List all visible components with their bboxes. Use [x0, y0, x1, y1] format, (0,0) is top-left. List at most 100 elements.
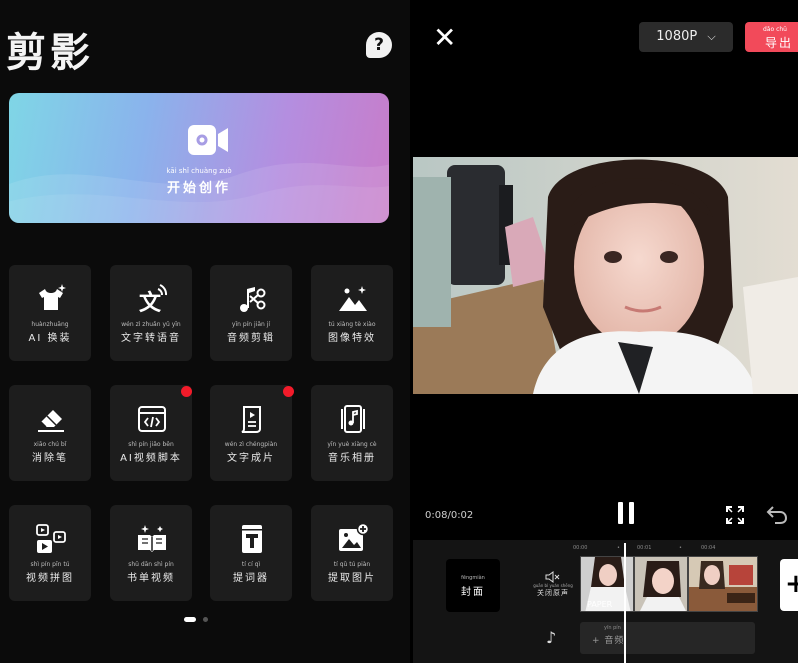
tool-pinyin: wén zì chéngpiàn: [224, 441, 278, 448]
chevron-down-icon: ⌵: [707, 30, 716, 43]
tool-pinyin: shū dān shì pín: [128, 561, 174, 568]
shirt-sparkle-icon: [39, 284, 66, 310]
image-extract-icon: [339, 523, 369, 551]
resolution-dropdown[interactable]: 1080P ⌵: [639, 22, 733, 52]
add-clip-button[interactable]: +: [780, 559, 798, 611]
add-audio-button[interactable]: yīn pín + 音频: [580, 622, 755, 654]
home-panel: 剪影 ? kāi shǐ chuàng zuò 开始创作 huànzhuāng …: [0, 0, 410, 663]
ruler-tick: 00:04: [701, 545, 716, 551]
resolution-value: 1080P: [656, 29, 698, 44]
export-label: 导出: [765, 36, 794, 50]
audio-pinyin: yīn pín: [604, 625, 621, 631]
tool-label: AI视频脚本: [120, 453, 182, 464]
svg-text:文: 文: [139, 290, 162, 315]
tool-eraser[interactable]: xiāo chú bǐ 消除笔: [9, 385, 91, 481]
tool-audio-edit[interactable]: yīn pín jiǎn jí 音频剪辑: [210, 265, 292, 361]
video-frame-image: [413, 157, 798, 394]
code-window-icon: [138, 406, 166, 432]
tool-label: 书单视频: [127, 573, 175, 584]
tool-image-effects[interactable]: tú xiàng tè xiào 图像特效: [311, 265, 393, 361]
speaker-icon: [545, 571, 560, 583]
timeline[interactable]: 00:00 • 00:01 • 00:04 fēngmiàn 封面 guān b…: [413, 540, 798, 663]
create-label: 开始创作: [166, 181, 231, 196]
pause-bar: [618, 502, 623, 524]
tool-pinyin: tí qǔ tú piàn: [333, 561, 371, 568]
ruler-tick: 00:01: [637, 545, 652, 551]
pause-button[interactable]: [615, 502, 637, 524]
text-to-speech-icon: 文: [139, 284, 168, 315]
tool-pinyin: huànzhuāng: [31, 321, 69, 328]
undo-icon[interactable]: [765, 502, 789, 526]
teleprompter-icon: [242, 525, 262, 553]
help-icon[interactable]: ?: [366, 32, 392, 58]
tool-text-to-speech[interactable]: 文 wén zì zhuǎn yǔ yīn 文字转语音: [110, 265, 192, 361]
time-display: 0:08/0:02: [425, 510, 474, 521]
mute-original-button[interactable]: guān bì yuán shēng 关闭原声: [533, 571, 573, 599]
clip-caption: PAPER: [587, 600, 613, 609]
tool-music-album[interactable]: yīn yuè xiàng cè 音乐相册: [311, 385, 393, 481]
tool-label: 提取图片: [328, 573, 376, 584]
page-indicator: [203, 617, 208, 622]
tool-pinyin: yīn yuè xiàng cè: [327, 441, 377, 448]
tool-label: AI 换装: [28, 333, 72, 344]
tool-label: 音乐相册: [328, 453, 376, 464]
tool-video-collage[interactable]: shì pín pīn tú 视频拼图: [9, 505, 91, 601]
new-badge: [283, 386, 294, 397]
ruler-tick: 00:00: [573, 545, 588, 551]
tool-ai-outfit[interactable]: huànzhuāng AI 换装: [9, 265, 91, 361]
audio-label: + 音频: [592, 636, 625, 646]
close-icon[interactable]: ✕: [433, 24, 456, 52]
cover-pinyin: fēngmiàn: [461, 575, 485, 581]
tool-extract-image[interactable]: tí qǔ tú piàn 提取图片: [311, 505, 393, 601]
open-book-icon: [138, 525, 166, 552]
create-pinyin: kāi shǐ chuàng zuò: [166, 167, 232, 175]
tool-label: 消除笔: [32, 453, 68, 464]
music-note-icon[interactable]: ♪: [546, 628, 556, 647]
mountain-sparkle-icon: [339, 286, 367, 311]
export-button[interactable]: dǎo chū 导出: [745, 22, 798, 52]
mute-label: 关闭原声: [537, 589, 569, 597]
tool-label: 提词器: [233, 573, 269, 584]
cover-label: 封面: [461, 587, 485, 598]
new-badge: [181, 386, 192, 397]
app-title: 剪影: [6, 29, 94, 76]
music-scissors-icon: [240, 287, 266, 312]
tool-pinyin: xiāo chú bǐ: [33, 441, 67, 448]
editor-panel: ✕ 1080P ⌵ dǎo chū 导出 0:08/0:02 00:00 • 0…: [413, 0, 798, 663]
tool-pinyin: shì pín pīn tú: [30, 561, 70, 568]
script-scroll-icon: [241, 406, 261, 433]
music-album-icon: [341, 405, 365, 433]
tool-pinyin: tú xiàng tè xiào: [328, 321, 376, 328]
ruler-dot: •: [617, 545, 620, 551]
tool-teleprompter[interactable]: tí cí qì 提词器: [210, 505, 292, 601]
page-indicator-active: [184, 617, 196, 622]
video-camera-icon: [188, 125, 228, 155]
video-clip[interactable]: [634, 556, 688, 612]
clip-thumbnail: [635, 557, 687, 611]
clip-thumbnail: PAPER: [581, 557, 633, 611]
clip-thumbnail: [689, 557, 757, 611]
start-create-button[interactable]: [9, 93, 389, 223]
tool-label: 文字转语音: [121, 333, 181, 344]
tool-booklist-video[interactable]: shū dān shì pín 书单视频: [110, 505, 192, 601]
playhead[interactable]: [624, 543, 626, 663]
tool-pinyin: shì pín jiǎo běn: [128, 441, 174, 448]
ruler-dot: •: [679, 545, 682, 551]
tool-text-to-video[interactable]: wén zì chéngpiàn 文字成片: [210, 385, 292, 481]
tool-pinyin: wén zì zhuǎn yǔ yīn: [121, 321, 181, 328]
tool-label: 音频剪辑: [227, 333, 275, 344]
tool-ai-video-script[interactable]: shì pín jiǎo běn AI视频脚本: [110, 385, 192, 481]
cover-button[interactable]: fēngmiàn 封面: [446, 559, 500, 612]
export-pinyin: dǎo chū: [763, 26, 787, 33]
pause-bar: [629, 502, 634, 524]
video-preview[interactable]: [413, 157, 798, 394]
tool-label: 视频拼图: [26, 573, 74, 584]
tool-label: 文字成片: [227, 453, 275, 464]
tool-pinyin: yīn pín jiǎn jí: [231, 321, 271, 328]
eraser-icon: [38, 410, 64, 432]
tool-label: 图像特效: [328, 333, 376, 344]
tool-pinyin: tí cí qì: [241, 561, 261, 568]
video-clip[interactable]: [688, 556, 758, 612]
video-collage-icon: [36, 524, 66, 553]
fullscreen-icon[interactable]: [725, 505, 745, 525]
